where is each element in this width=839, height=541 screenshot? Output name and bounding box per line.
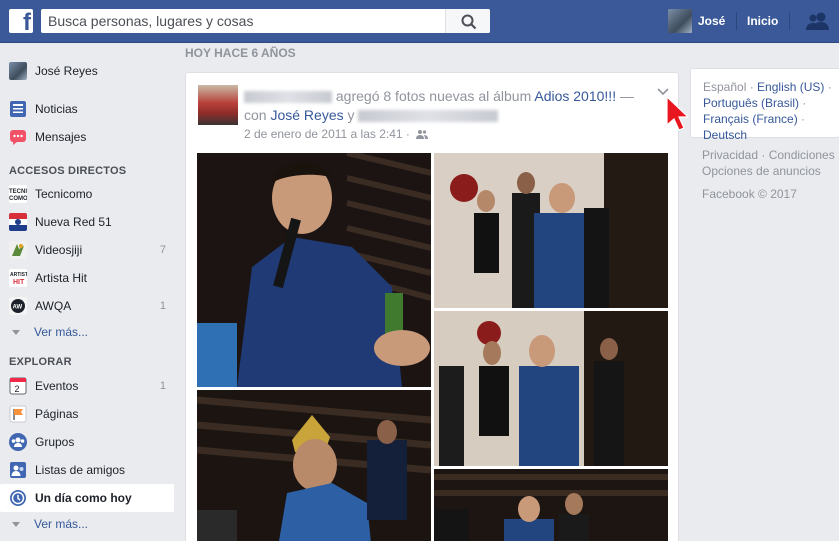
messages-icon [10,130,26,145]
sidebar-item-label: Mensajes [35,130,87,144]
see-more-explore[interactable]: Ver más... [9,514,88,534]
sidebar-item-label: Noticias [35,102,78,116]
groups-icon [9,433,27,451]
footer-links: Privacidad · Condiciones · Opciones de a… [702,147,839,179]
facebook-logo-icon[interactable]: f [9,9,33,33]
sidebar-item-profile[interactable]: José Reyes [0,57,174,85]
album-link[interactable]: Adios 2010!!! [534,88,616,104]
svg-text:COMO: COMO [9,196,27,202]
footer-line[interactable]: Opciones de anuncios [702,163,839,179]
sidebar-item-listas-de-amigos[interactable]: Listas de amigos [0,456,174,484]
profile-link[interactable]: José [668,9,725,33]
notification-count: 7 [159,244,166,256]
top-navigation-bar: f José Inicio [0,0,839,43]
sidebar-item-grupos[interactable]: Grupos [0,428,174,456]
blurred-author-name[interactable] [244,91,332,104]
sidebar-item-noticias[interactable]: Noticias [0,95,174,123]
svg-text:TECNI: TECNI [9,189,27,195]
current-language: Español [703,80,747,94]
sidebar-item-nueva-red-51[interactable]: Nueva Red 51 [0,208,174,236]
chevron-down-icon [12,521,20,527]
sidebar-item-label: Un día como hoy [35,491,132,505]
search-box [41,9,490,33]
chevron-down-icon [12,329,20,335]
sidebar-item-label: AWQA [35,299,72,313]
see-more-shortcuts[interactable]: Ver más... [9,322,88,342]
svg-text:ARTISTA: ARTISTA [10,272,27,278]
flag-icon [9,405,27,423]
friends-audience-icon[interactable] [415,129,428,139]
and-text: y [343,107,359,123]
search-button[interactable] [445,9,490,33]
avatar [9,62,27,80]
language-link[interactable]: Français (France) [703,112,798,126]
sidebar-item-mensajes[interactable]: Mensajes [0,123,174,151]
blurred-tagged-name[interactable] [358,110,499,123]
mouse-cursor-icon [666,96,688,131]
sidebar-item-awqa[interactable]: AW AWQA 1 [0,292,174,320]
sidebar-item-eventos[interactable]: 2 Eventos 1 [0,372,174,400]
friend-lists-icon [10,462,26,478]
sidebar-item-label: Grupos [35,435,75,449]
post-timestamp[interactable]: 2 de enero de 2011 a las 2:41 · [244,127,410,141]
sidebar-item-label: José Reyes [35,64,98,78]
sidebar-item-label: Tecnicomo [35,187,93,201]
post-action-text: agregó 8 fotos nuevas al álbum [332,88,535,104]
home-link[interactable]: Inicio [747,14,778,28]
sidebar-item-videosjiji[interactable]: Videosjiji 7 [0,236,174,264]
search-icon [461,14,477,30]
sidebar-item-label: Listas de amigos [35,463,126,477]
language-link[interactable]: English (US) [757,80,824,94]
notification-count: 1 [159,300,166,312]
news-feed-icon [10,101,26,117]
sidebar-item-label: Artista Hit [35,271,88,285]
explore-header: EXPLORAR [9,356,72,368]
artista-hit-icon: ARTISTAHIT [9,269,27,287]
album-photo[interactable] [197,153,431,387]
language-link[interactable]: Português (Brasil) [703,96,799,110]
notification-count: 1 [159,380,166,392]
author-avatar[interactable] [198,85,238,125]
awqa-icon: AW [9,297,27,315]
sidebar-item-label: Eventos [35,379,79,393]
tagged-person-link[interactable]: José Reyes [270,107,343,123]
sidebar-item-label: Videosjiji [35,243,83,257]
avatar [668,9,692,33]
sidebar-item-paginas[interactable]: Páginas [0,400,174,428]
shortcuts-header: ACCESOS DIRECTOS [9,165,127,177]
post-options-chevron-icon[interactable] [657,88,669,96]
post-header: agregó 8 fotos nuevas al álbum Adios 201… [244,87,654,125]
sidebar-item-tecnicomo[interactable]: TECNI COMO Tecnicomo [0,180,174,208]
see-more-label: Ver más... [34,325,89,339]
svg-text:2: 2 [15,384,20,394]
language-link[interactable]: Deutsch [703,128,747,142]
divider [789,12,790,30]
see-more-label: Ver más... [34,517,89,531]
videosjiji-icon [9,241,27,259]
language-selector: Español · English (US) · Português (Bras… [690,68,839,142]
svg-text:AW: AW [13,305,23,311]
copyright: Facebook © 2017 [702,187,797,201]
album-photo[interactable] [434,469,668,541]
section-title: HOY HACE 6 AÑOS [185,46,296,60]
user-name: José [698,14,726,28]
footer-line[interactable]: Privacidad · Condiciones · [702,147,839,163]
album-photo[interactable] [197,390,431,541]
calendar-icon: 2 [9,377,27,395]
tecnicomo-icon: TECNICOMO [9,185,27,203]
sidebar-item-un-dia-como-hoy[interactable]: Un día como hoy [0,484,174,512]
sidebar-item-label: Páginas [35,407,79,421]
divider [736,12,737,30]
svg-text:HIT: HIT [13,279,25,286]
sidebar-item-label: Nueva Red 51 [35,215,112,229]
post-meta: 2 de enero de 2011 a las 2:41 · [244,127,428,141]
friend-requests-icon[interactable] [805,11,831,31]
memory-post-card: agregó 8 fotos nuevas al álbum Adios 201… [185,72,679,541]
album-photo[interactable] [434,311,668,466]
sidebar-item-artista-hit[interactable]: ARTISTAHIT Artista Hit [0,264,174,292]
nueva-red-icon [9,213,27,231]
search-input[interactable] [41,9,441,33]
album-photo[interactable] [434,153,668,308]
on-this-day-icon [10,490,26,506]
